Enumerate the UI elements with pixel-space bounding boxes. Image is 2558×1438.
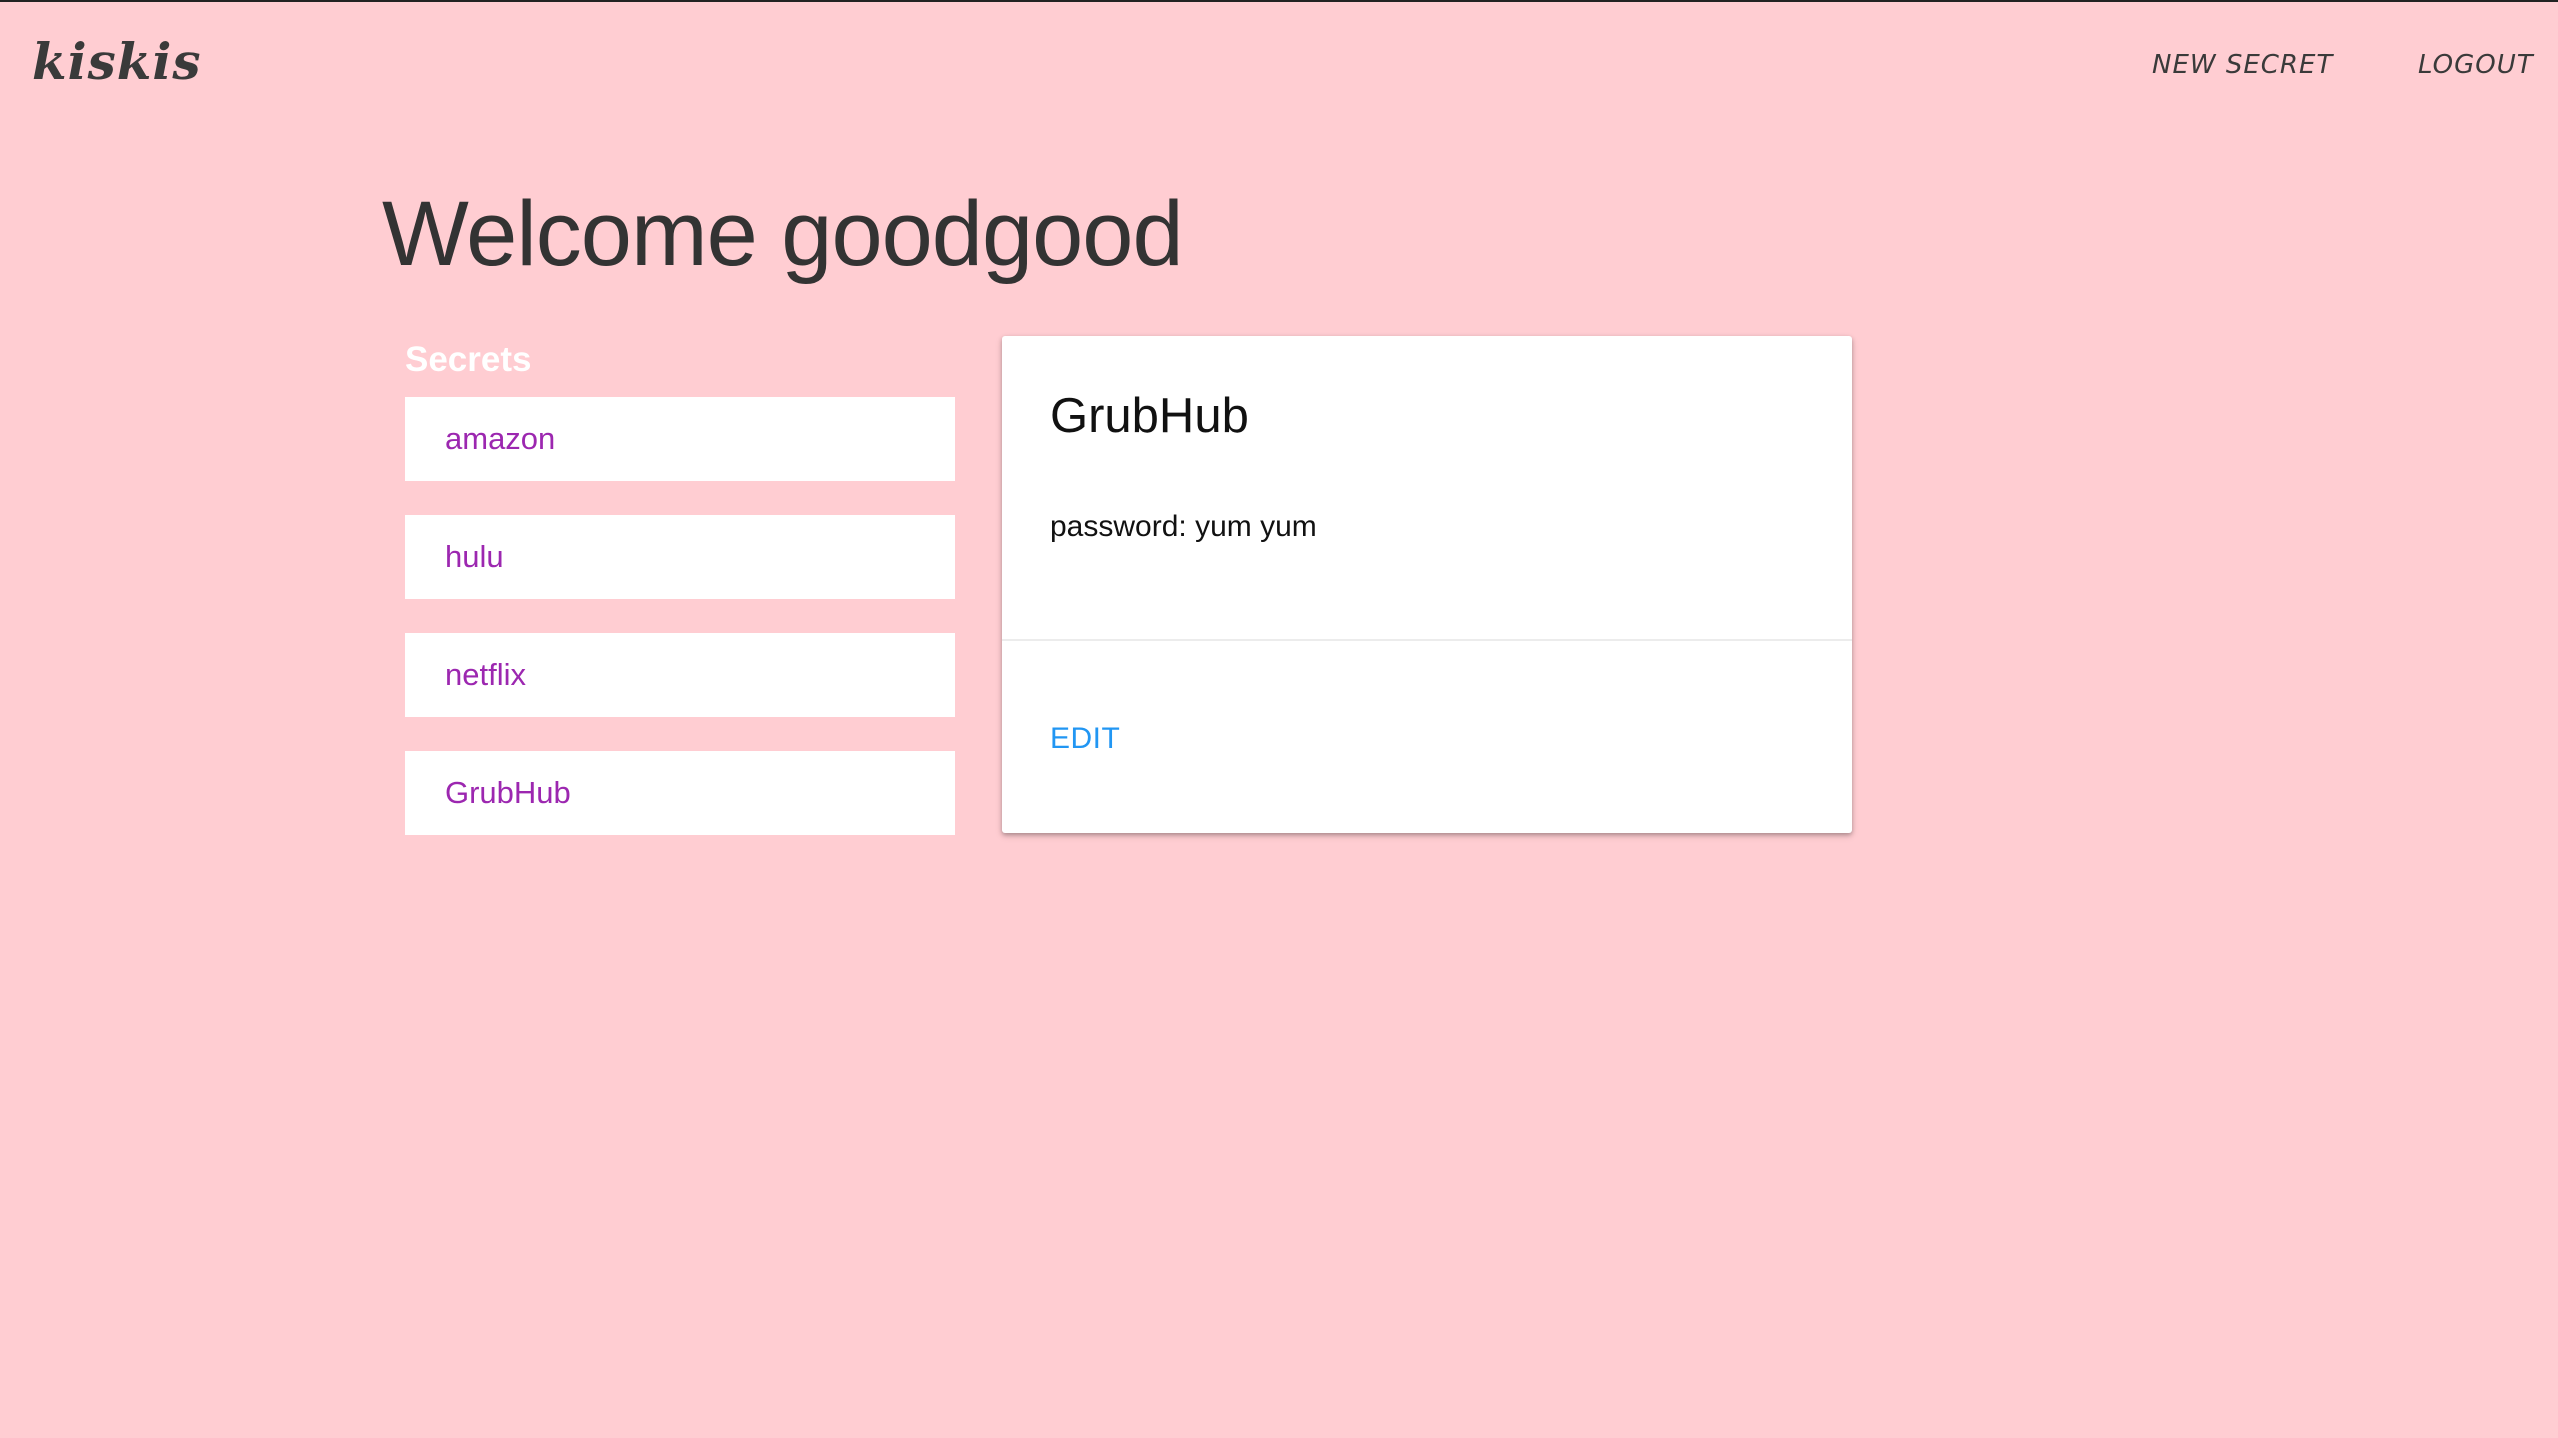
secret-content: password: yum yum [1050,510,1317,543]
secret-detail-card: GrubHub password: yum yum EDIT [1002,336,1852,833]
secret-title: GrubHub [1050,389,1249,443]
secret-item-hulu[interactable]: hulu [405,515,955,599]
secrets-list: amazon hulu netflix GrubHub [405,397,955,869]
secret-item-netflix[interactable]: netflix [405,633,955,717]
new-secret-link[interactable]: NEW SECRET [2152,50,2333,80]
edit-button[interactable]: EDIT [1050,722,1120,756]
secrets-heading: Secrets [405,340,532,379]
secret-item-grubhub[interactable]: GrubHub [405,751,955,835]
card-divider [1002,639,1852,641]
top-navbar: kiskis NEW SECRET LOGOUT [0,2,2558,132]
secret-item-amazon[interactable]: amazon [405,397,955,481]
brand-logo[interactable]: kiskis [32,32,202,91]
logout-link[interactable]: LOGOUT [2418,50,2534,80]
page-title: Welcome goodgood [382,183,1184,285]
